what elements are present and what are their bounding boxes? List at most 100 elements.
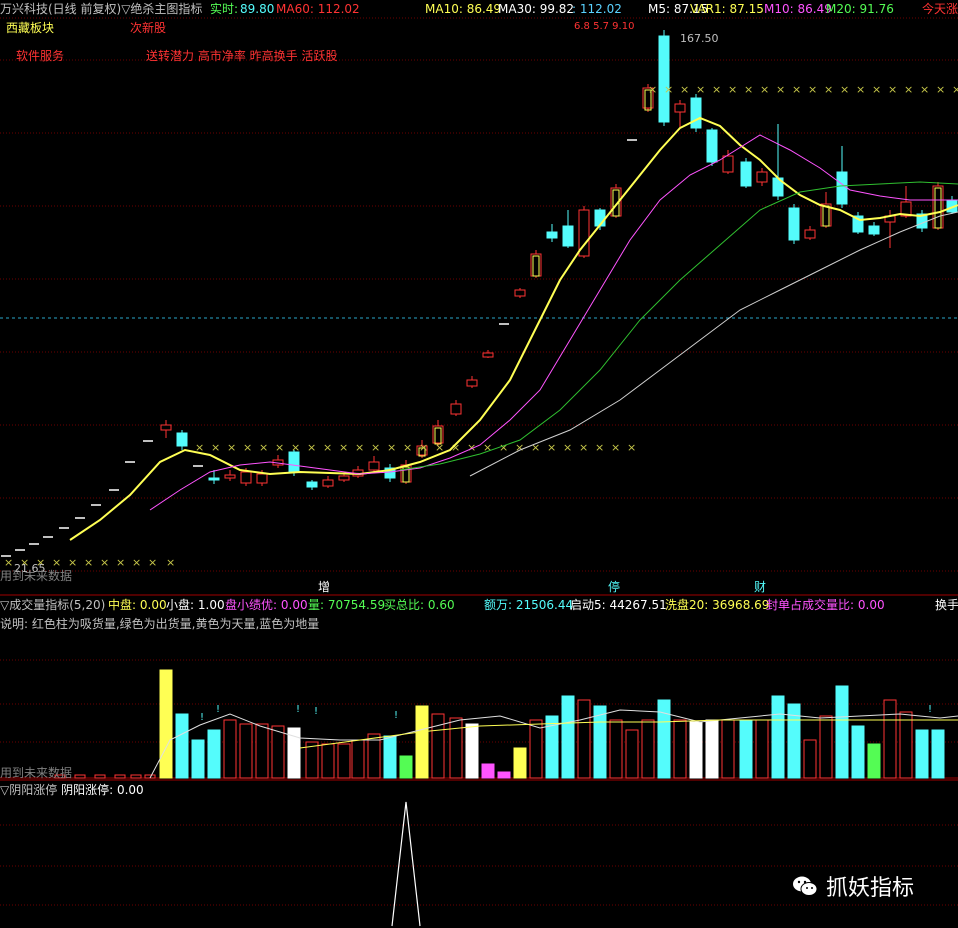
volume-bar bbox=[191, 739, 205, 779]
x-marker: × bbox=[680, 83, 689, 96]
x-marker: × bbox=[760, 83, 769, 96]
candle-body bbox=[868, 225, 880, 235]
volume-bar bbox=[497, 771, 511, 779]
volume-bar bbox=[593, 705, 607, 779]
volume-panel-title[interactable]: ▽成交量指标(5,20) bbox=[0, 598, 105, 612]
candle-body bbox=[546, 231, 558, 239]
volume-bar bbox=[415, 705, 429, 779]
x-marker: × bbox=[499, 441, 508, 454]
unnamed-value: : 112.02 bbox=[572, 2, 622, 16]
volume-bar bbox=[431, 713, 445, 779]
x-marker: × bbox=[403, 441, 412, 454]
x-marker: × bbox=[100, 556, 109, 569]
candle-body bbox=[224, 474, 236, 479]
volume-mark: ! bbox=[216, 704, 220, 715]
yinyang-title[interactable]: ▽阴阳涨停 bbox=[0, 783, 57, 797]
ma30-value: MA30: 99.82 bbox=[498, 2, 575, 16]
volume-mark: ! bbox=[394, 710, 398, 721]
candle-body bbox=[466, 379, 478, 387]
x-marker: × bbox=[307, 441, 316, 454]
volume-bar bbox=[351, 739, 365, 779]
x-marker: × bbox=[627, 441, 636, 454]
seal-ratio-label: 封单占成交量比: 0.00 bbox=[766, 598, 885, 612]
x-marker: × bbox=[547, 441, 556, 454]
x-marker: × bbox=[664, 83, 673, 96]
candle-body bbox=[256, 473, 268, 484]
volume-bar bbox=[321, 743, 335, 779]
x-marker: × bbox=[904, 83, 913, 96]
wechat-icon bbox=[792, 875, 818, 897]
stock-chart[interactable]: × × × × × × × × × × × × × × × × × × × × × × × × × × × × × × × × × × × × × × × ×… bbox=[0, 0, 958, 928]
volume-bar bbox=[641, 719, 655, 779]
volume-bar bbox=[771, 695, 785, 779]
x-marker: × bbox=[371, 441, 380, 454]
x-marker: × bbox=[84, 556, 93, 569]
x-marker: × bbox=[744, 83, 753, 96]
x-marker: × bbox=[563, 441, 572, 454]
x-marker: × bbox=[339, 441, 348, 454]
volume-bar bbox=[561, 695, 575, 779]
x-marker: × bbox=[776, 83, 785, 96]
x-marker: × bbox=[259, 441, 268, 454]
x-marker: × bbox=[856, 83, 865, 96]
wash20-label: 洗盘20: 36968.69 bbox=[665, 598, 770, 612]
start5-label: 启动5: 44267.51 bbox=[570, 598, 667, 612]
tag-new-stock: 次新股 bbox=[130, 21, 167, 35]
volume-bar bbox=[449, 717, 463, 779]
candle-body bbox=[368, 461, 380, 471]
ma30-line bbox=[469, 211, 958, 477]
candle-body bbox=[740, 161, 752, 187]
x-marker: × bbox=[227, 441, 236, 454]
marker-increase: 增 bbox=[318, 580, 331, 594]
realtime-label: 实时: bbox=[210, 2, 239, 16]
x-marker: × bbox=[148, 556, 157, 569]
volume-bar bbox=[239, 723, 253, 779]
realtime-value: 89.80 bbox=[240, 2, 275, 16]
buy-ratio-label: 买总比: 0.60 bbox=[384, 598, 455, 612]
you-label: 盘小绩优: 0.00 bbox=[225, 598, 308, 612]
yinyang-panel-header: ▽阴阳涨停 阴阳涨停: 0.00 bbox=[0, 783, 144, 797]
candle-body bbox=[338, 475, 350, 481]
stock-title[interactable]: 万兴科技(日线 前复权) bbox=[0, 2, 121, 16]
x-marker: × bbox=[116, 556, 125, 569]
volume-bar bbox=[223, 719, 237, 779]
candle-body bbox=[804, 229, 816, 239]
volume-bar bbox=[609, 719, 623, 779]
volume-bar bbox=[673, 719, 687, 779]
tag-dates: 6.8 5.7 9.10 bbox=[574, 21, 635, 32]
yinyang-spike bbox=[391, 801, 421, 927]
x-marker: × bbox=[728, 83, 737, 96]
volume-bar bbox=[114, 774, 126, 779]
marker-halt: 停 bbox=[608, 580, 621, 594]
volume-bar bbox=[74, 774, 86, 779]
x-marker: × bbox=[52, 556, 61, 569]
volume-bar bbox=[175, 713, 189, 779]
volume-bar bbox=[255, 723, 269, 779]
candle-body bbox=[756, 171, 768, 183]
volume-bar bbox=[689, 721, 703, 779]
volume-bar bbox=[383, 735, 397, 779]
candle-body bbox=[208, 477, 220, 481]
x-marker: × bbox=[792, 83, 801, 96]
volume-bar bbox=[399, 755, 413, 779]
volume-mark: ! bbox=[928, 704, 932, 715]
volume-bar bbox=[207, 729, 221, 779]
candle-body bbox=[562, 225, 574, 247]
x-marker: × bbox=[132, 556, 141, 569]
watermark: 抓妖指标 bbox=[792, 870, 914, 902]
x-marker: × bbox=[166, 556, 175, 569]
volume-bar bbox=[513, 747, 527, 779]
candle-body bbox=[658, 35, 670, 123]
candle-body bbox=[240, 471, 252, 484]
m20-value: M20: 91.76 bbox=[826, 2, 894, 16]
today-change-label: 今天涨 bbox=[922, 2, 958, 16]
indicator-name[interactable]: ▽绝杀主图指标 bbox=[121, 2, 202, 16]
x-marker: × bbox=[211, 441, 220, 454]
volume-bar bbox=[851, 725, 865, 779]
x-marker: × bbox=[323, 441, 332, 454]
x-marker: × bbox=[68, 556, 77, 569]
ma10-value: MA10: 86.49 bbox=[425, 2, 502, 16]
candle-body bbox=[836, 171, 848, 205]
volume-bar bbox=[721, 719, 735, 779]
volume-bar bbox=[739, 719, 753, 779]
